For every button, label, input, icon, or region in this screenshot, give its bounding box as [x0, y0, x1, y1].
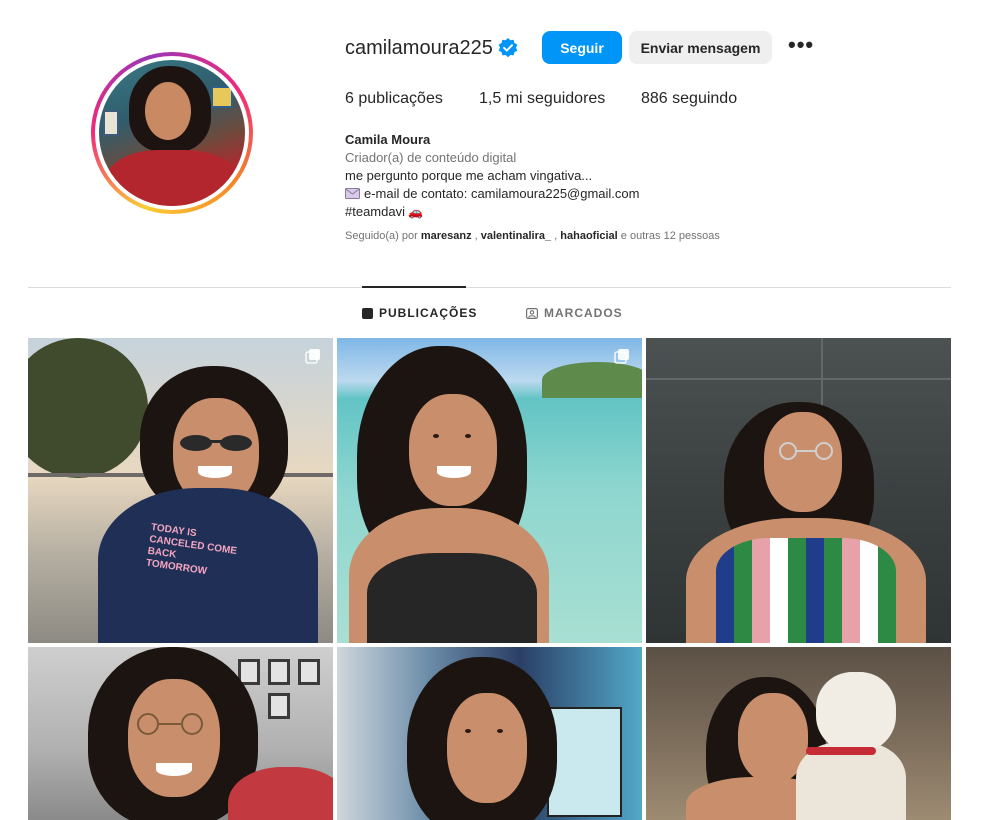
contact-email[interactable]: e-mail de contato: camilamoura225@gmail.… — [364, 186, 639, 201]
profile-bio: Camila Moura Criador(a) de conteúdo digi… — [345, 131, 639, 221]
wall-frame — [268, 659, 290, 685]
tab-tagged-label: MARCADOS — [544, 306, 623, 320]
follower-link[interactable]: valentinalira_ — [481, 230, 551, 242]
glasses — [137, 713, 203, 735]
hill — [542, 362, 642, 398]
wall-frame — [103, 110, 119, 136]
hashtag-link[interactable]: #teamdavi — [345, 204, 405, 219]
follower-link[interactable]: maresanz — [421, 230, 472, 242]
post-tile[interactable] — [646, 647, 951, 820]
wall-frame — [268, 693, 290, 719]
profile-category: Criador(a) de conteúdo digital — [345, 150, 517, 165]
glasses — [779, 442, 833, 460]
multiple-posts-icon — [305, 349, 320, 364]
post-tile[interactable] — [337, 647, 642, 820]
wall-frame — [298, 659, 320, 685]
sunglasses — [180, 435, 252, 451]
follower-link[interactable]: hahaoficial — [560, 230, 617, 242]
profile-username: camilamoura225 — [345, 37, 493, 59]
eye — [465, 729, 471, 733]
followed-by[interactable]: Seguido(a) por maresanz , valentinalira_… — [345, 230, 720, 242]
car-icon: 🚗 — [407, 205, 423, 219]
person-face — [764, 412, 842, 512]
follow-button[interactable]: Seguir — [542, 31, 622, 64]
tab-posts[interactable]: PUBLICAÇÕES — [362, 306, 477, 320]
profile-page: camilamoura225 Seguir Enviar mensagem ••… — [0, 0, 984, 820]
smile — [156, 763, 192, 776]
wall-poster — [547, 707, 622, 817]
post-tile[interactable]: TODAY IS CANCELED COME BACK TOMORROW — [28, 338, 333, 643]
envelope-icon — [345, 188, 360, 199]
swimsuit — [367, 553, 537, 643]
tabs-divider — [28, 287, 951, 288]
wall-seam — [646, 378, 951, 380]
tagged-icon — [526, 307, 538, 319]
person-face — [409, 394, 497, 506]
dog-head — [816, 672, 896, 752]
post-tile[interactable] — [337, 338, 642, 643]
avatar-border — [95, 56, 249, 210]
verified-badge-icon — [498, 38, 518, 58]
smile — [198, 466, 232, 478]
avatar-shirt — [107, 150, 237, 206]
followers-count[interactable]: 1,5 mi seguidores — [479, 90, 605, 108]
active-tab-indicator — [362, 286, 466, 288]
bio-line: me pergunto porque me acham vingativa... — [345, 168, 593, 183]
eye — [497, 729, 503, 733]
posts-count: 6 publicações — [345, 90, 443, 107]
tab-tagged[interactable]: MARCADOS — [526, 306, 623, 320]
bio-hashtag-line: #teamdavi 🚗 — [345, 203, 639, 221]
following-count[interactable]: 886 seguindo — [641, 90, 737, 108]
grid-icon — [362, 307, 373, 319]
followed-by-prefix: Seguido(a) por — [345, 230, 421, 242]
story-ring[interactable] — [91, 52, 253, 214]
avatar-face — [145, 82, 191, 140]
person-face — [128, 679, 220, 797]
send-message-button[interactable]: Enviar mensagem — [629, 31, 772, 64]
smile — [437, 466, 471, 478]
dog-collar — [806, 747, 876, 755]
striped-top — [716, 538, 896, 643]
separator: , — [471, 230, 481, 242]
more-options-icon[interactable]: ••• — [788, 34, 814, 58]
eye — [465, 434, 471, 438]
avatar[interactable] — [99, 60, 245, 206]
bio-email-line: e-mail de contato: camilamoura225@gmail.… — [345, 185, 639, 203]
eye — [433, 434, 439, 438]
tab-posts-label: PUBLICAÇÕES — [379, 306, 478, 320]
post-tile[interactable] — [646, 338, 951, 643]
post-tile[interactable] — [28, 647, 333, 820]
multiple-posts-icon — [614, 349, 629, 364]
wall-frame — [211, 86, 233, 108]
followed-by-suffix: e outras 12 pessoas — [617, 230, 720, 242]
person-face — [447, 693, 527, 803]
separator: , — [551, 230, 561, 242]
profile-full-name: Camila Moura — [345, 132, 431, 147]
